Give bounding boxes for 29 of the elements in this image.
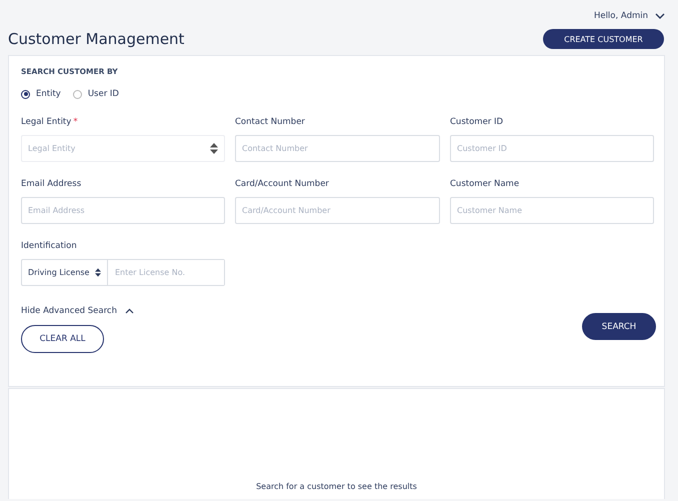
field-label: Email Address (21, 179, 82, 189)
clear-all-button[interactable]: CLEAR ALL (21, 325, 104, 353)
page-title: Customer Management (8, 30, 184, 48)
field-label: Identification (21, 241, 78, 251)
search-button[interactable]: SEARCH (582, 313, 656, 340)
advanced-search-toggle[interactable]: Hide Advanced Search (21, 306, 117, 316)
field-label: Customer ID (450, 117, 504, 127)
sort-icon (210, 143, 218, 154)
input-field[interactable]: Customer Name (450, 197, 654, 224)
field-label: Customer Name (450, 179, 520, 189)
radio-label: User ID (88, 89, 119, 99)
radio-label: Entity (36, 89, 61, 99)
field-label: Card/Account Number (235, 179, 330, 189)
identification-field[interactable]: Driving License Enter License No. (21, 259, 225, 286)
sort-icon (95, 268, 101, 277)
input-field[interactable]: Card/Account Number (235, 197, 440, 224)
chevron-icon[interactable] (124, 308, 134, 314)
input-field[interactable]: Contact Number (235, 135, 440, 162)
input-field[interactable]: Customer ID (450, 135, 654, 162)
field-label: Legal Entity * (21, 117, 79, 127)
user-menu[interactable]: Hello, Admin (594, 11, 648, 21)
empty-results-message: Search for a customer to see the results (256, 482, 417, 491)
required-mark: * (73, 117, 78, 127)
input-field[interactable]: Email Address (21, 197, 225, 224)
field-label: Contact Number (235, 117, 306, 127)
radio-button[interactable] (72, 90, 82, 98)
chevron-down-icon[interactable] (655, 13, 665, 19)
create-customer-button[interactable]: CREATE CUSTOMER (543, 29, 664, 49)
radio-button[interactable] (21, 90, 30, 98)
